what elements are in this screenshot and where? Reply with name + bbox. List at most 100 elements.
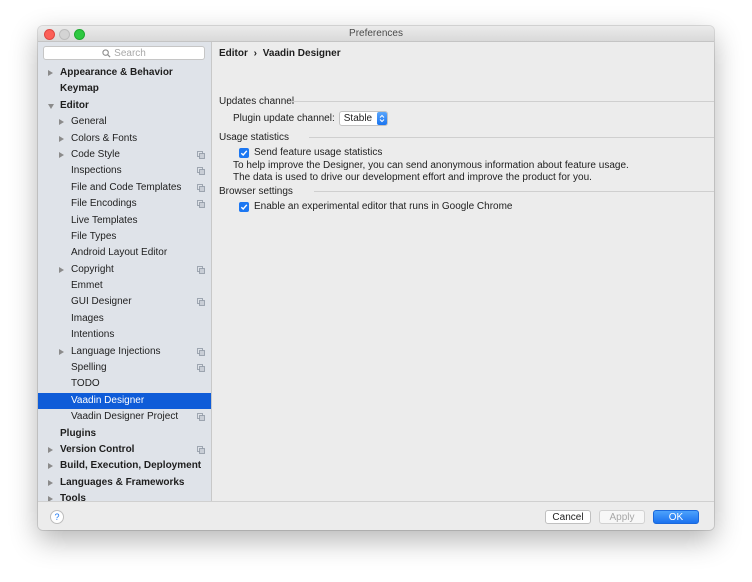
sidebar-item-label: Intentions — [71, 329, 115, 341]
sidebar-item-general[interactable]: General — [38, 114, 211, 130]
update-channel-value: Stable — [343, 113, 373, 124]
sidebar-item-label: Editor — [60, 99, 89, 111]
browser-section-title: Browser settings — [219, 186, 293, 197]
sidebar-item-plugins[interactable]: Plugins — [38, 426, 211, 442]
sidebar-item-live-templates[interactable]: Live Templates — [38, 213, 211, 229]
update-channel-row: Plugin update channel: Stable — [233, 111, 389, 126]
send-statistics-checkbox[interactable] — [239, 147, 249, 158]
sidebar-item-tools[interactable]: Tools — [38, 491, 211, 501]
search-input[interactable]: Search — [43, 46, 205, 60]
sidebar-item-languages-frameworks[interactable]: Languages & Frameworks — [38, 475, 211, 491]
sidebar-item-label: TODO — [71, 378, 100, 390]
updates-section-divider — [290, 101, 714, 102]
sidebar-item-editor[interactable]: Editor — [38, 98, 211, 114]
title-bar[interactable]: Preferences — [38, 26, 714, 42]
usage-section-title: Usage statistics — [219, 132, 290, 143]
sidebar-item-intentions[interactable]: Intentions — [38, 327, 211, 343]
sidebar-item-file-and-code-templates[interactable]: File and Code Templates — [38, 180, 211, 196]
settings-sidebar: Search Appearance & Behavior Keymap Editor… — [38, 42, 212, 501]
send-statistics-row[interactable]: Send feature usage statistics — [239, 147, 382, 158]
sidebar-item-label: Vaadin Designer Project — [71, 411, 179, 423]
sidebar-item-vaadin-designer[interactable]: Vaadin Designer — [38, 392, 211, 410]
sidebar-item-build-execution-deployment[interactable]: Build, Execution, Deployment — [38, 458, 211, 474]
sidebar-item-language-injections[interactable]: Language Injections — [38, 344, 211, 360]
disclosure-collapsed-icon[interactable] — [59, 135, 64, 142]
project-scope-icon — [197, 446, 205, 454]
sidebar-item-copyright[interactable]: Copyright — [38, 262, 211, 278]
disclosure-collapsed-icon[interactable] — [48, 70, 53, 76]
sidebar-item-label: Plugins — [60, 427, 97, 439]
disclosure-collapsed-icon[interactable] — [48, 463, 53, 470]
sidebar-item-colors-fonts[interactable]: Colors & Fonts — [38, 131, 211, 147]
sidebar-item-label: Tools — [60, 493, 86, 501]
browser-section-divider — [314, 191, 714, 192]
disclosure-collapsed-icon[interactable] — [59, 266, 64, 273]
sidebar-item-keymap[interactable]: Keymap — [38, 81, 211, 97]
experimental-editor-label[interactable]: Enable an experimental editor that runs … — [254, 201, 512, 212]
usage-section-divider — [309, 137, 714, 138]
sidebar-item-vaadin-designer-project[interactable]: Vaadin Designer Project — [38, 409, 211, 425]
updates-section-title: Updates channel — [219, 96, 295, 107]
sidebar-item-file-types[interactable]: File Types — [38, 229, 211, 245]
sidebar-item-label: Live Templates — [71, 214, 138, 226]
disclosure-expanded-icon[interactable] — [48, 103, 54, 109]
sidebar-item-label: GUI Designer — [71, 296, 132, 308]
send-statistics-label[interactable]: Send feature usage statistics — [254, 147, 382, 158]
project-scope-icon — [197, 151, 205, 159]
sidebar-item-label: General — [71, 116, 107, 128]
breadcrumb-current: Vaadin Designer — [262, 48, 341, 59]
sidebar-item-code-style[interactable]: Code Style — [38, 147, 211, 163]
preferences-window: Preferences Search Appearance & Behavior… — [38, 26, 714, 530]
dialog-footer: ? Cancel Apply OK — [38, 501, 714, 530]
sidebar-item-gui-designer[interactable]: GUI Designer — [38, 294, 211, 310]
project-scope-icon — [197, 364, 205, 372]
project-scope-icon — [197, 167, 205, 176]
sidebar-item-label: File and Code Templates — [71, 181, 182, 193]
sidebar-item-android-layout-editor[interactable]: Android Layout Editor — [38, 245, 211, 261]
sidebar-item-label: Languages & Frameworks — [60, 476, 185, 488]
disclosure-collapsed-icon[interactable] — [59, 151, 64, 158]
sidebar-item-label: Code Style — [71, 148, 120, 160]
disclosure-collapsed-icon[interactable] — [48, 479, 53, 486]
settings-content: Editor › Vaadin Designer Updates channel… — [212, 42, 714, 501]
search-icon — [102, 48, 111, 58]
sidebar-item-label: Copyright — [71, 263, 114, 275]
sidebar-item-appearance-behavior[interactable]: Appearance & Behavior — [38, 65, 211, 81]
disclosure-collapsed-icon[interactable] — [59, 119, 64, 126]
sidebar-item-label: Version Control — [60, 443, 135, 455]
breadcrumb-parent[interactable]: Editor — [219, 48, 248, 59]
project-scope-icon — [197, 183, 205, 192]
sidebar-item-emmet[interactable]: Emmet — [38, 278, 211, 294]
usage-description-line-2: The data is used to drive our developmen… — [233, 172, 592, 183]
sidebar-item-label: Language Injections — [71, 345, 161, 357]
cancel-button[interactable]: Cancel — [545, 510, 591, 524]
project-scope-icon — [197, 413, 205, 422]
sidebar-item-inspections[interactable]: Inspections — [38, 163, 211, 179]
disclosure-collapsed-icon[interactable] — [59, 348, 64, 355]
apply-button[interactable]: Apply — [599, 510, 645, 524]
experimental-editor-checkbox[interactable] — [239, 201, 249, 212]
sidebar-item-label: File Types — [71, 230, 117, 242]
disclosure-collapsed-icon[interactable] — [48, 446, 53, 453]
sidebar-item-label: Emmet — [71, 280, 103, 292]
settings-tree: Appearance & Behavior Keymap Editor General… — [38, 65, 211, 501]
sidebar-item-todo[interactable]: TODO — [38, 376, 211, 392]
sidebar-item-label: Keymap — [60, 83, 99, 95]
sidebar-item-label: Vaadin Designer — [71, 394, 145, 406]
checkmark-icon — [240, 203, 248, 210]
update-channel-select[interactable]: Stable — [338, 111, 389, 126]
checkmark-icon — [240, 149, 248, 156]
select-stepper-icon — [377, 112, 388, 125]
sidebar-item-file-encodings[interactable]: File Encodings — [38, 196, 211, 212]
sidebar-item-version-control[interactable]: Version Control — [38, 442, 211, 458]
sidebar-item-label: Build, Execution, Deployment — [60, 460, 202, 472]
search-placeholder: Search — [114, 47, 146, 59]
sidebar-item-label: Inspections — [71, 165, 122, 177]
breadcrumb: Editor › Vaadin Designer — [219, 48, 341, 59]
ok-button[interactable]: OK — [653, 510, 699, 524]
help-button[interactable]: ? — [50, 510, 64, 524]
sidebar-item-images[interactable]: Images — [38, 311, 211, 327]
experimental-editor-row[interactable]: Enable an experimental editor that runs … — [239, 201, 512, 212]
sidebar-item-spelling[interactable]: Spelling — [38, 360, 211, 376]
usage-description-line-1: To help improve the Designer, you can se… — [233, 160, 629, 171]
